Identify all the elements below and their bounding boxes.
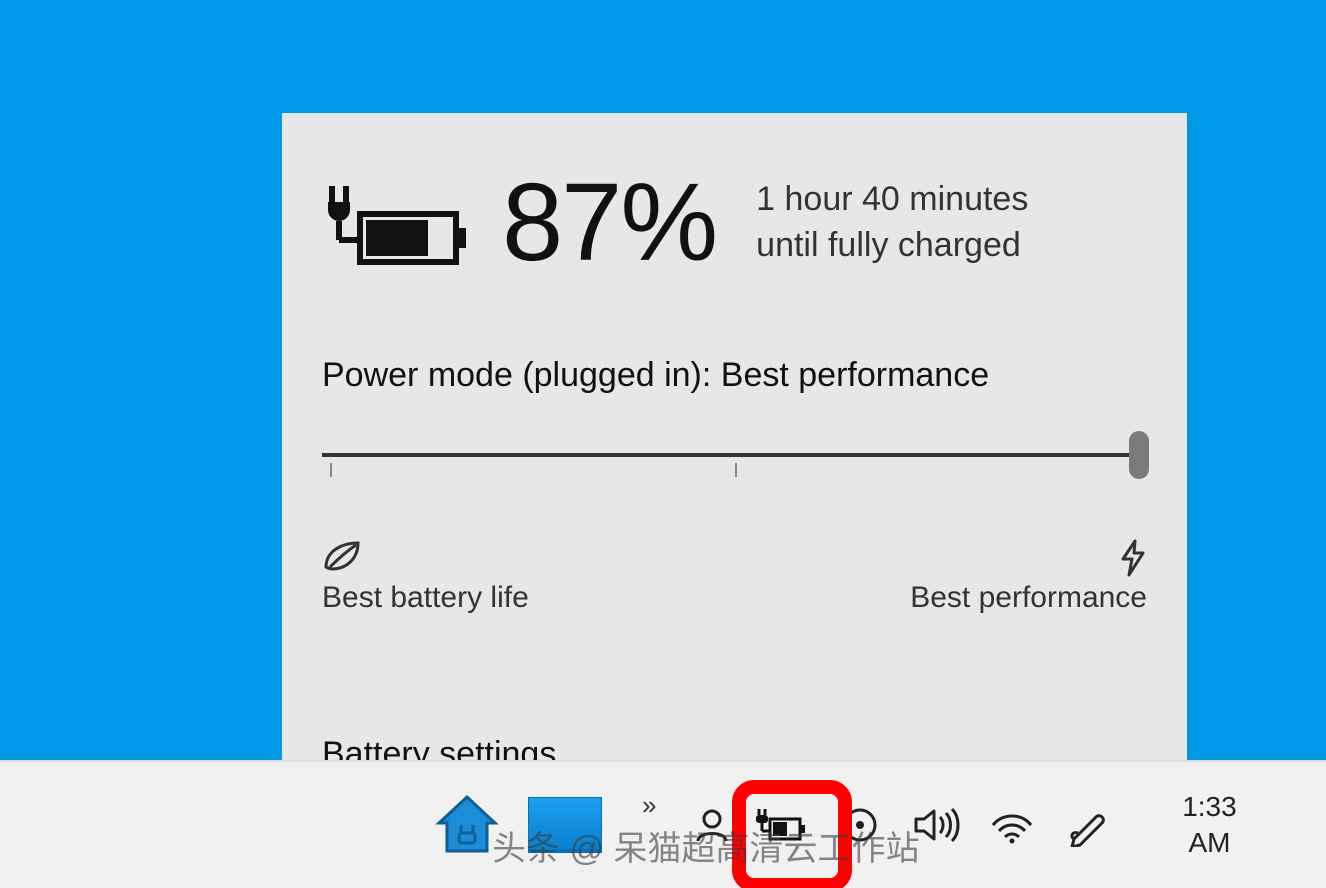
slider-thumb[interactable] [1129, 431, 1149, 479]
tray-people-icon[interactable] [688, 798, 736, 852]
leaf-icon [322, 539, 529, 575]
clock-time: 1:33 AM [1164, 789, 1255, 862]
slider-right-label: Best performance [910, 581, 1147, 615]
remaining-line-2: until fully charged [756, 223, 1028, 269]
desktop-background: 87% 1 hour 40 minutes until fully charge… [0, 0, 1326, 888]
tray-wifi-icon[interactable] [988, 798, 1036, 852]
power-mode-label: Power mode (plugged in): Best performanc… [322, 356, 1147, 395]
slider-end-right: Best performance [910, 539, 1147, 615]
taskbar-app-desktop[interactable] [528, 788, 602, 862]
slider-end-left: Best battery life [322, 539, 529, 615]
slider-track [322, 453, 1147, 457]
desktop-thumbnail-icon [528, 797, 602, 853]
tray-pen-icon[interactable] [1064, 798, 1112, 852]
remaining-line-1: 1 hour 40 minutes [756, 177, 1028, 223]
tray-location-icon[interactable] [836, 798, 884, 852]
taskbar-app-home[interactable] [430, 788, 504, 862]
slider-labels-row: Best battery life Best performance [322, 539, 1147, 615]
slider-left-label: Best battery life [322, 581, 529, 615]
battery-header: 87% 1 hour 40 minutes until fully charge… [322, 159, 1147, 286]
tray-volume-icon[interactable] [912, 798, 960, 852]
tray-battery-icon[interactable] [754, 798, 808, 852]
lightning-icon [910, 539, 1147, 575]
tray-overflow-button[interactable]: » [642, 790, 656, 821]
system-tray: » [642, 789, 1326, 862]
battery-flyout: 87% 1 hour 40 minutes until fully charge… [282, 113, 1187, 804]
taskbar-clock[interactable]: 1:33 AM [1164, 789, 1255, 862]
power-mode-slider[interactable] [322, 443, 1147, 503]
battery-charging-icon [322, 178, 472, 268]
taskbar-apps [430, 788, 602, 862]
battery-remaining: 1 hour 40 minutes until fully charged [756, 177, 1028, 269]
slider-tick [330, 463, 332, 477]
battery-percent: 87% [502, 159, 716, 286]
slider-tick [735, 463, 737, 477]
taskbar: » [0, 760, 1326, 888]
